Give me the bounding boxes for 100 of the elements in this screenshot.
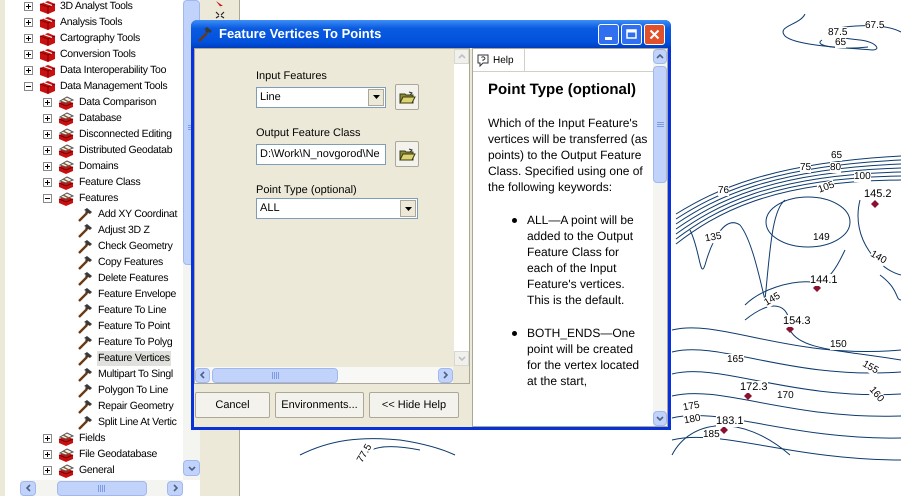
hammer-icon	[76, 414, 94, 430]
toolset-icon	[57, 110, 75, 126]
close-icon	[649, 28, 660, 40]
hammer-icon	[76, 206, 94, 222]
folder-icon	[398, 90, 416, 104]
expand-icon[interactable]	[43, 178, 52, 186]
toolbox-icon	[38, 46, 56, 62]
tree-item[interactable]: Database	[78, 110, 123, 126]
expand-icon[interactable]	[43, 146, 52, 154]
tree-item[interactable]: Delete Features	[97, 270, 170, 286]
scroll-left-button[interactable]	[20, 480, 36, 496]
contour-label: 140	[868, 248, 888, 266]
tree-item[interactable]: Conversion Tools	[59, 46, 137, 62]
folder-icon	[398, 148, 416, 160]
tree-item[interactable]: Cartography Tools	[59, 30, 141, 46]
dropdown[interactable]: Line	[256, 86, 386, 108]
contour-label: 180	[683, 412, 702, 426]
tree-item[interactable]: Repair Geometry	[97, 398, 174, 414]
expand-icon[interactable]	[24, 18, 33, 26]
tree-item[interactable]: Data Interoperability Too	[59, 62, 168, 78]
scroll-down-button[interactable]	[183, 460, 200, 476]
chevron-up-icon	[458, 54, 466, 59]
scrollbar-thumb[interactable]	[212, 368, 338, 382]
horizontal-scrollbar[interactable]	[195, 367, 453, 383]
grip-icon	[272, 372, 278, 378]
tree-item[interactable]: Data Management Tools	[59, 78, 168, 94]
expand-icon[interactable]	[43, 162, 52, 170]
tree-item[interactable]: Add XY Coordinat	[97, 206, 178, 222]
contour-label: 160	[866, 384, 886, 404]
tree-item[interactable]: Polygon To Line	[97, 382, 170, 398]
tree-item[interactable]: Feature Class	[78, 174, 142, 190]
pointer-icon[interactable]	[214, 1, 224, 9]
scroll-right-button[interactable]	[438, 368, 453, 382]
input-field[interactable]: D:\Work\N_novgorod\Ne	[256, 144, 386, 164]
tree-item[interactable]: Copy Features	[97, 254, 164, 270]
scroll-left-button[interactable]	[195, 368, 210, 382]
minimize-button[interactable]	[598, 24, 619, 44]
dialog-button[interactable]: Environments...	[275, 392, 364, 418]
browse-button[interactable]	[395, 84, 419, 110]
dialog-button[interactable]: Cancel	[195, 392, 270, 418]
elevation-label: 154.3	[783, 315, 811, 327]
scroll-right-button[interactable]	[167, 480, 183, 496]
tree-item[interactable]: Feature To Line	[97, 302, 168, 318]
minimize-icon	[605, 36, 612, 40]
expand-icon[interactable]	[43, 114, 52, 122]
maximize-icon	[626, 29, 637, 39]
collapse-icon[interactable]	[43, 194, 52, 202]
tree-item[interactable]: Multipart To Singl	[97, 366, 174, 382]
contour-label: 67.5	[865, 20, 884, 31]
tree-item[interactable]: 3D Analyst Tools	[59, 0, 134, 14]
tree-item[interactable]: Analysis Tools	[59, 14, 124, 30]
toolset-icon	[57, 462, 75, 478]
dialog-button[interactable]: << Hide Help	[369, 392, 459, 418]
collapse-icon[interactable]	[24, 82, 33, 90]
contour-label: 135	[704, 230, 723, 244]
tree-item[interactable]: Disconnected Editing	[78, 126, 173, 142]
scroll-up-button[interactable]	[653, 49, 667, 64]
tree-item[interactable]: File Geodatabase	[78, 446, 158, 462]
tree-item[interactable]: General	[78, 462, 116, 478]
contour-label: 175	[682, 400, 701, 414]
chevron-left-icon	[200, 371, 205, 379]
tree-item[interactable]: Adjust 3D Z	[97, 222, 151, 238]
tree-item[interactable]: Split Line At Vertic	[97, 414, 178, 430]
expand-icon[interactable]	[43, 98, 52, 106]
expand-icon[interactable]	[24, 66, 33, 74]
tree-item[interactable]: Feature Vertices	[97, 350, 171, 366]
chevron-up-icon	[656, 54, 664, 59]
maximize-button[interactable]	[621, 24, 642, 44]
browse-button[interactable]	[395, 141, 419, 167]
dropdown[interactable]: ALL	[256, 198, 418, 219]
tree-item[interactable]: Data Comparison	[78, 94, 158, 110]
window-title: Feature Vertices To Points	[219, 25, 382, 44]
chevron-right-icon	[172, 484, 178, 492]
vertical-scrollbar[interactable]	[653, 49, 667, 426]
help-tab[interactable]: Help	[473, 49, 525, 72]
toolbox-icon	[38, 30, 56, 46]
tree-item[interactable]: Feature Envelope	[97, 286, 178, 302]
contour-label: 87.5	[828, 27, 848, 38]
expand-icon[interactable]	[24, 34, 33, 42]
expand-icon[interactable]	[24, 50, 33, 58]
tree-item[interactable]: Feature To Polyg	[97, 334, 174, 350]
tree-item[interactable]: Fields	[78, 430, 106, 446]
expand-icon[interactable]	[24, 2, 33, 10]
hammer-icon	[76, 398, 94, 414]
expand-icon[interactable]	[43, 434, 52, 442]
scrollbar-thumb[interactable]	[56, 480, 146, 496]
tree-item[interactable]: Feature To Point	[97, 318, 172, 334]
close-button[interactable]	[644, 24, 665, 44]
arrows-icon[interactable]	[214, 11, 224, 19]
tree-item[interactable]: Check Geometry	[97, 238, 174, 254]
tree-item[interactable]: Features	[78, 190, 120, 206]
scroll-down-button[interactable]	[653, 411, 667, 426]
tree-item[interactable]: Domains	[78, 158, 120, 174]
expand-icon[interactable]	[43, 130, 52, 138]
expand-icon[interactable]	[43, 466, 52, 474]
chevron-right-icon	[443, 371, 448, 379]
tree-item[interactable]: Distributed Geodatab	[78, 142, 174, 158]
scrollbar-thumb[interactable]	[653, 66, 667, 183]
horizontal-scrollbar[interactable]	[20, 480, 183, 496]
expand-icon[interactable]	[43, 450, 52, 458]
